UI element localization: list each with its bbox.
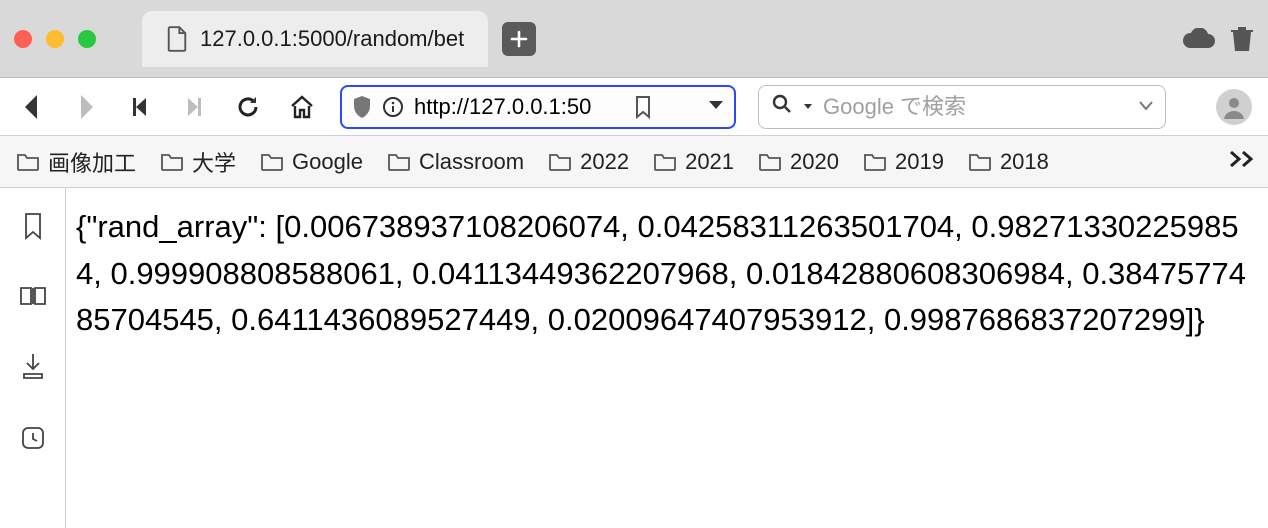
minimize-window-button[interactable] [46, 30, 64, 48]
bookmark-label: Google [292, 149, 363, 175]
sidebar [0, 188, 66, 528]
bookmark-label: 2019 [895, 149, 944, 175]
content-area: {"rand_array": [0.006738937108206074, 0.… [0, 188, 1268, 528]
maximize-window-button[interactable] [78, 30, 96, 48]
reading-list-icon[interactable] [19, 285, 47, 312]
bookmark-folder[interactable]: 2018 [964, 145, 1053, 179]
profile-avatar[interactable] [1216, 89, 1252, 125]
home-button[interactable] [286, 91, 318, 123]
bookmark-label: 2018 [1000, 149, 1049, 175]
new-tab-button[interactable] [502, 22, 536, 56]
cloud-sync-icon[interactable] [1182, 28, 1216, 50]
fast-forward-end-button [178, 91, 210, 123]
bookmark-folder[interactable]: 大学 [156, 142, 240, 182]
search-icon [771, 93, 793, 120]
file-icon [166, 26, 188, 52]
url-dropdown-caret-icon[interactable] [708, 98, 724, 116]
bookmark-icon[interactable] [634, 95, 652, 119]
bookmark-folder[interactable]: 2022 [544, 145, 633, 179]
search-provider-caret-icon[interactable] [803, 98, 813, 116]
bookmark-label: 大学 [192, 146, 236, 178]
bookmark-folder[interactable]: Google [256, 145, 367, 179]
bookmark-folder[interactable]: 2021 [649, 145, 738, 179]
bookmark-label: 2022 [580, 149, 629, 175]
bookmark-folder[interactable]: Classroom [383, 145, 528, 179]
rewind-start-button[interactable] [124, 91, 156, 123]
downloads-icon[interactable] [21, 352, 45, 385]
bookmark-folder[interactable]: 画像加工 [12, 142, 140, 182]
tab-title: 127.0.0.1:5000/random/bet [200, 26, 464, 52]
bookmark-label: 画像加工 [48, 146, 136, 178]
browser-tab[interactable]: 127.0.0.1:5000/random/bet [142, 11, 488, 67]
shield-icon [352, 95, 372, 119]
page-body: {"rand_array": [0.006738937108206074, 0.… [66, 188, 1268, 528]
bookmark-folder[interactable]: 2020 [754, 145, 843, 179]
response-body-text: {"rand_array": [0.006738937108206074, 0.… [76, 209, 1246, 337]
back-button[interactable] [16, 91, 48, 123]
bookmark-label: 2021 [685, 149, 734, 175]
bookmarks-overflow-button[interactable] [1228, 150, 1256, 173]
bookmark-label: Classroom [419, 149, 524, 175]
bookmark-folder[interactable]: 2019 [859, 145, 948, 179]
window-controls [14, 30, 96, 48]
reload-button[interactable] [232, 91, 264, 123]
nav-toolbar [0, 78, 1268, 136]
url-input[interactable] [414, 94, 624, 120]
info-icon[interactable] [382, 96, 404, 118]
bookmark-outline-icon[interactable] [22, 212, 44, 245]
forward-button [70, 91, 102, 123]
search-dropdown-caret-icon[interactable] [1139, 98, 1153, 116]
url-bar[interactable] [340, 85, 736, 129]
bookmarks-bar: 画像加工 大学 Google Classroom 2022 2021 2020 … [0, 136, 1268, 188]
titlebar: 127.0.0.1:5000/random/bet [0, 0, 1268, 78]
search-input[interactable] [823, 94, 1129, 120]
history-icon[interactable] [20, 425, 46, 456]
bookmark-label: 2020 [790, 149, 839, 175]
close-window-button[interactable] [14, 30, 32, 48]
trash-icon[interactable] [1230, 25, 1254, 53]
search-bar[interactable] [758, 85, 1166, 129]
